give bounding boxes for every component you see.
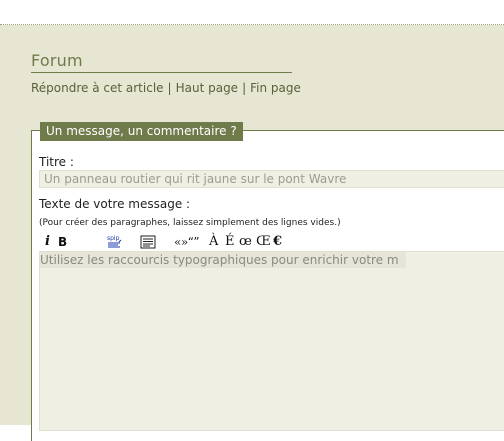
- svg-text:spip: spip: [107, 235, 120, 242]
- italic-button[interactable]: i: [45, 233, 50, 251]
- e-acute-button[interactable]: É: [225, 233, 235, 251]
- bottom-of-page-link[interactable]: Fin page: [250, 81, 301, 95]
- paragraph-icon[interactable]: [140, 235, 156, 249]
- forum-heading: Forum: [31, 51, 83, 70]
- form-legend: Un message, un commentaire ?: [40, 122, 243, 141]
- OE-ligature-button[interactable]: Œ: [256, 233, 271, 251]
- heading-underline: [31, 72, 292, 73]
- a-grave-button[interactable]: À: [209, 233, 218, 251]
- top-strip: [0, 0, 504, 25]
- message-label: Texte de votre message :: [39, 197, 191, 211]
- top-of-page-link[interactable]: Haut page: [176, 81, 238, 95]
- message-textarea[interactable]: Utilisez les raccourcis typographiques p…: [39, 251, 504, 431]
- textarea-placeholder: Utilisez les raccourcis typographiques p…: [40, 252, 406, 268]
- link-separator: |: [167, 81, 172, 95]
- paragraph-hint: (Pour créer des paragraphes, laissez sim…: [39, 218, 341, 228]
- link-separator: |: [242, 81, 247, 95]
- reply-link[interactable]: Répondre à cet article: [31, 81, 164, 95]
- euro-button[interactable]: €: [273, 233, 282, 251]
- forum-links: Répondre à cet article | Haut page | Fin pag…: [31, 81, 301, 95]
- title-input[interactable]: Un panneau routier qui rit jaune sur le …: [39, 170, 504, 188]
- link-icon[interactable]: spip: [105, 234, 123, 250]
- oe-ligature-button[interactable]: œ: [239, 233, 252, 251]
- bold-button[interactable]: B: [58, 233, 67, 251]
- title-label: Titre :: [39, 155, 74, 169]
- quotes-button[interactable]: «»“”: [174, 233, 199, 251]
- formatting-toolbar: i B spip «»“” À É œ Œ €: [39, 233, 504, 251]
